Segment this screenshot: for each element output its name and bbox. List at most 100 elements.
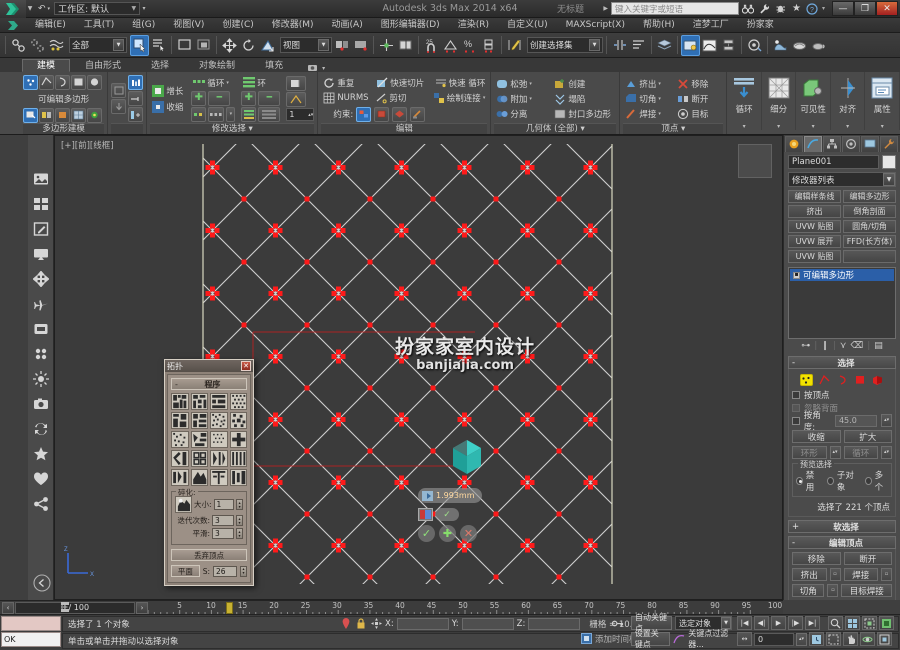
visibility-big-button[interactable]: 可见性 ▾ [796, 72, 831, 130]
select-object-icon[interactable] [130, 34, 149, 56]
vertex-target-weld-button[interactable]: 目标 [675, 107, 723, 121]
sub-object-polygon-icon[interactable] [854, 374, 867, 386]
key-filter-curve-icon[interactable] [673, 633, 685, 645]
key-frame-spinner[interactable]: ▴▾ [796, 632, 807, 646]
fracture-size-spinner[interactable]: ▴ ▾ [236, 499, 243, 510]
timeline-ruler[interactable]: 5 10 15 20 25 30 35 40 45 50 55 60 65 70… [148, 600, 783, 615]
render-production-icon[interactable] [771, 35, 790, 56]
selection-rollout-minus[interactable]: - [792, 358, 800, 368]
schematic-view-icon[interactable] [719, 35, 738, 56]
menu-item-10[interactable]: MAXScript(X) [557, 18, 634, 33]
caddy-apply-pill[interactable]: ✓ [435, 508, 459, 521]
modifier-stack[interactable]: ▪ 可编辑多边形 [788, 267, 896, 339]
ribbon-tab-objectpaint[interactable]: 对象绘制 [184, 59, 250, 72]
weld-vertex-button[interactable]: 焊接 [843, 568, 878, 581]
lightbulb-icon[interactable]: ▪ [793, 271, 800, 279]
menu-item-9[interactable]: 自定义(U) [498, 18, 557, 33]
y-input[interactable] [461, 617, 514, 630]
sub-object-polygon-icon[interactable] [71, 74, 86, 90]
object-name-input[interactable]: Plane001 [788, 155, 879, 169]
lock-icon[interactable] [355, 618, 367, 630]
key-filters-button[interactable]: 关键点过滤器... [688, 628, 732, 650]
ring-plus-button[interactable]: ✚ [191, 90, 207, 106]
next-frame-button[interactable]: › [136, 601, 148, 614]
edit-vertices-minus[interactable]: - [792, 538, 800, 548]
minimize-button[interactable]: — [832, 1, 854, 16]
chevron-down-icon[interactable]: ▾ [777, 123, 780, 130]
menu-item-0[interactable]: 编辑(E) [26, 18, 75, 33]
fracture-iterations-spinner[interactable]: ▴ ▾ [236, 515, 243, 526]
planar-s-spinner[interactable]: ▴ ▾ [240, 565, 247, 577]
modifier-button-2[interactable]: 挤出 [788, 205, 841, 218]
remove-vertex-button[interactable]: 移除 [792, 552, 841, 565]
cap-poly-button[interactable]: 封口多边形 [552, 107, 616, 121]
constraint-none-icon[interactable] [356, 106, 372, 122]
modifier-button-8[interactable]: UVW 贴图 [788, 250, 841, 263]
preview-option-disabled-radio[interactable] [796, 477, 803, 485]
edit-vertices-header[interactable]: - 编辑顶点 [788, 536, 896, 549]
menu-item-12[interactable]: 渲梦工厂 [684, 18, 738, 33]
repeat-button[interactable]: 重复 [321, 76, 372, 90]
chevron-down-icon[interactable]: ▾ [226, 80, 229, 86]
absolute-mode-icon[interactable] [370, 618, 382, 630]
next-frame-icon[interactable]: |▶ [788, 616, 803, 630]
stack-view-icon[interactable] [128, 75, 144, 90]
loop-minus-button[interactable]: ━ [258, 90, 281, 106]
procedure-thumb[interactable] [210, 431, 228, 448]
help-dropdown-icon[interactable]: ▾ [822, 5, 825, 12]
sub-object-border-icon[interactable] [55, 74, 70, 90]
ring-options-button[interactable]: ▾ [226, 106, 236, 122]
target-weld-button[interactable]: 目标焊接 [841, 584, 892, 597]
camera-icon[interactable] [33, 396, 49, 412]
ribbon-tab-selection[interactable]: 选择 [136, 59, 184, 72]
loop-selection-button[interactable]: 环 [241, 76, 280, 90]
topology-procedure-minus[interactable]: - [175, 380, 178, 389]
modifier-stack-item[interactable]: ▪ 可编辑多边形 [790, 269, 894, 281]
procedure-thumb[interactable] [190, 393, 208, 410]
render-setup-icon[interactable] [745, 35, 764, 56]
paintconnect-button[interactable]: 绘制连接 ▾ [431, 91, 488, 105]
procedure-thumb[interactable] [190, 450, 208, 467]
attach-button[interactable]: 附加 ▾ [494, 92, 550, 106]
move-icon[interactable] [31, 270, 50, 288]
modifier-button-7[interactable]: FFD(长方体) [843, 235, 896, 248]
by-angle-input[interactable]: 45.0 [834, 414, 878, 427]
cut-button[interactable]: 剪切 [373, 91, 428, 105]
fracture-iterations-input[interactable]: 3 [212, 515, 234, 526]
ribbon-tab-populate[interactable]: 填充 [250, 59, 298, 72]
selection-filter-dropdown[interactable]: 全部 ▼ [69, 37, 127, 53]
render-teapot-icon[interactable] [809, 35, 828, 56]
ring-button[interactable]: 环形 [792, 446, 827, 459]
key-mode-toggle-icon[interactable]: ↔ [737, 632, 752, 646]
search-input[interactable]: 键入关键字或短语 [610, 2, 739, 15]
shrink-selection-button[interactable]: 收缩 [150, 100, 185, 114]
hierarchy-tab-icon[interactable] [823, 135, 841, 152]
grow-button[interactable]: 扩大 [843, 430, 892, 443]
object-color-swatch[interactable] [882, 155, 896, 169]
procedure-thumb[interactable] [229, 431, 247, 448]
rect-select-region-icon[interactable] [175, 35, 194, 56]
go-start-icon[interactable]: |◀ [737, 616, 752, 630]
spinner-snap-icon[interactable] [479, 35, 498, 56]
add-time-tag-icon[interactable] [580, 633, 592, 645]
procedure-thumb[interactable] [229, 393, 247, 410]
display-tab-icon[interactable] [861, 135, 879, 152]
menu-item-8[interactable]: 渲染(R) [449, 18, 498, 33]
inbox-icon[interactable] [33, 321, 49, 337]
constraint-face-icon[interactable] [392, 106, 408, 122]
procedure-thumb[interactable] [210, 469, 228, 486]
show-end-result-ribbon-icon[interactable] [128, 107, 144, 122]
ribbon-tab-freeform[interactable]: 自由形式 [70, 59, 136, 72]
bug-icon[interactable] [774, 2, 787, 15]
align-objects-icon[interactable] [629, 35, 648, 56]
vertex-chamfer-button[interactable]: 切角 ▾ [623, 92, 673, 106]
by-angle-spinner[interactable]: ▴▾ [881, 414, 892, 427]
link-icon[interactable] [9, 35, 28, 56]
preserve-uvs-icon[interactable] [111, 83, 127, 98]
chevron-down-icon[interactable]: ▾ [658, 111, 661, 117]
topology-dialog-titlebar[interactable]: 拓扑 ✕ [165, 360, 253, 372]
fracture-size-input[interactable]: 1 [213, 499, 235, 510]
modifier-button-6[interactable]: UVW 展开 [788, 235, 841, 248]
app-logo-icon[interactable] [0, 0, 26, 18]
subdivide-big-button[interactable]: 细分 ▾ [762, 72, 797, 130]
